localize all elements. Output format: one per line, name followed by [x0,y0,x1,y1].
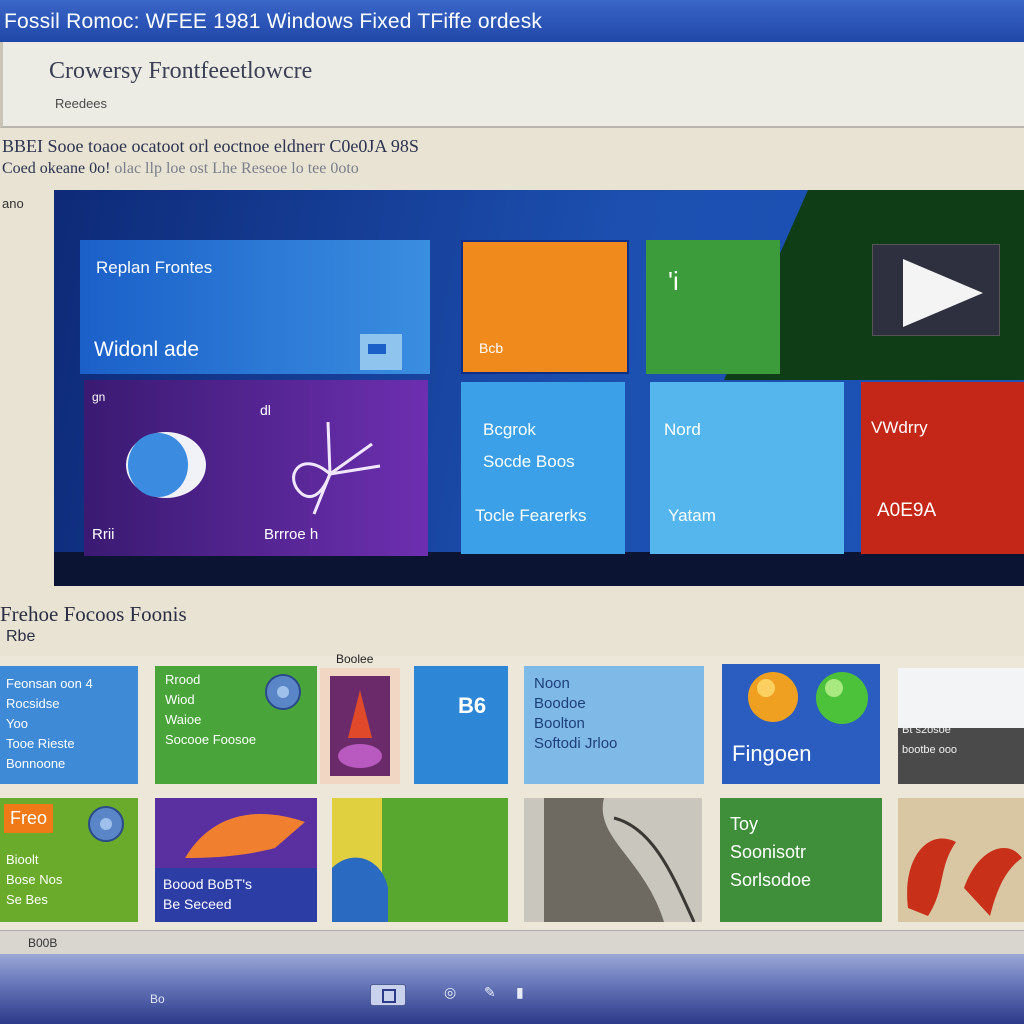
app-tile-5-text: Noon Boodoe Boolton Softodi Jrloo [534,675,618,752]
app-tile-10[interactable] [332,798,508,922]
tile-purple-bottom-right-label: Brrroe h [264,526,319,543]
status-text: B00B [28,936,58,950]
tile-blue-top-label: Replan Frontes [96,258,213,277]
taskbar-edit-button[interactable]: ✎ [484,984,502,1006]
tile-sky-1[interactable]: Bcgrok Socde Boos Tocle Fearerks [461,382,625,554]
app-tile-1[interactable]: Feonsan oon 4 Rocsidse Yoo Tooe Rieste B… [0,666,138,784]
featured-section-subtitle: Rbe [6,628,36,645]
play-icon [903,259,983,327]
puzzle-icon [332,798,508,922]
tile-purple-wide[interactable]: gn dl Rrii Brrroe h [84,380,428,556]
info-line-2: Coed okeane 0o! olac llp loe ost Lhe Res… [2,160,359,178]
app-tile-2[interactable]: Rrood Wiod Waioe Socooe Foosoe [155,666,317,784]
tile-green[interactable]: 'i [646,240,780,374]
app-tile-12[interactable]: Toy Soonisotr Sorlsodoe [720,798,882,922]
app-tile-7[interactable]: Bt s2osoe bootbe ooo [898,668,1024,784]
disc-icon [265,674,301,710]
window-icon [382,989,396,1003]
page-subheading: Reedees [55,96,108,111]
info-line-2-dim: olac llp loe ost Lhe Reseoe lo tee 0oto [114,160,359,177]
window-title: Fossil Romoc: WFEE 1981 Windows Fixed TF… [4,10,543,33]
app-tile-6[interactable]: Fingoen [722,664,880,784]
app-tile-9[interactable]: Boood BoBT's Be Seceed [155,798,317,922]
tile-sky-1-line-3: Tocle Fearerks [475,506,587,525]
tile-sky-1-line-2: Socde Boos [483,452,575,471]
app-tile-11[interactable] [524,798,702,922]
taskbar-tray-button[interactable]: ▮ [516,984,534,1006]
app-tile-2-text: Rrood Wiod Waioe Socooe Foosoe [165,672,257,747]
app-tile-9-text: Boood BoBT's Be Seceed [163,876,253,912]
tile-blue-bottom-label: Widonl ade [94,338,200,361]
side-label: ano [2,196,24,211]
tile-video[interactable] [872,244,1000,336]
window-title-bar: Fossil Romoc: WFEE 1981 Windows Fixed TF… [0,0,1024,42]
taskbar-search-button[interactable]: ◎ [444,984,462,1006]
status-bar: B00B [0,930,1024,954]
fan-icon [292,421,381,515]
app-tile-5[interactable]: Noon Boodoe Boolton Softodi Jrloo [524,666,704,784]
info-line-1: BBEI Sooe toaoe ocatoot orl eoctnoe eldn… [2,136,419,156]
tile-blue-wide[interactable]: Replan Frontes Widonl ade [80,240,430,374]
green-ball-icon [816,672,868,724]
brush-icon [155,798,317,868]
search-icon: ◎ [444,984,457,1000]
app-tile-7-sky [898,668,1024,728]
tile-orange-label: Bcb [479,340,504,356]
tile-sky-1-line-1: Bcgrok [483,420,536,439]
taskbar-window-button[interactable] [370,984,406,1006]
rocket-icon [320,668,400,784]
tile-purple-corner-label: gn [92,390,106,404]
featured-section-title: Frehoe Focoos Foonis [0,602,187,626]
tile-green-label: 'i [668,266,679,296]
tile-sky-2-line-2: Yatam [668,506,716,525]
tile-red[interactable]: VWdrry A0E9A [861,382,1024,554]
tile-orange[interactable]: Bcb [461,240,629,374]
info-line-2-strong: Coed okeane 0o! [2,160,111,177]
header-panel: Crowersy Frontfeeetlowcre Reedees [0,42,1024,128]
tile-sky-2[interactable]: Nord Yatam [650,382,844,554]
taskbar: Bo ◎ ✎ ▮ [0,954,1024,1024]
app-tile-4[interactable]: B6 [414,666,508,784]
sketch-icon [524,798,702,922]
app-tile-1-text: Feonsan oon 4 Rocsidse Yoo Tooe Rieste B… [6,676,93,771]
app-tile-8-badge: Freo [4,804,54,833]
edit-icon: ✎ [484,984,496,1000]
app-tile-7-text: Bt s2osoe bootbe ooo [902,724,958,756]
tile-sky-2-line-1: Nord [664,420,701,439]
app-tile-4-text: B6 [458,693,487,718]
tray-icon: ▮ [516,984,524,1000]
orange-ball-icon [748,672,798,722]
app-tile-3[interactable] [320,668,400,784]
taskbar-label: Bo [150,992,165,1006]
app-tile-8-text: Bioolt Bose Nos Se Bes [6,852,63,907]
app-tile-12-text: Toy Soonisotr Sorlsodoe [730,814,812,890]
tile-purple-mid-label: dl [260,402,271,418]
page-heading: Crowersy Frontfeeetlowcre [49,58,313,84]
mail-icon [360,334,402,370]
tile-red-line-1: VWdrry [871,418,928,437]
app-tile-13[interactable] [898,798,1024,922]
globe-icon [126,432,206,498]
dragon-icon [907,838,1022,916]
tile-red-line-2: A0E9A [877,500,937,521]
app-tile-8[interactable]: Freo Bioolt Bose Nos Se Bes [0,798,138,922]
app-tile-3-caption: Boolee [336,652,374,666]
app-tile-6-text: Fingoen [732,741,812,766]
disc-icon [88,806,124,842]
tile-purple-bottom-left-label: Rrii [92,526,115,543]
